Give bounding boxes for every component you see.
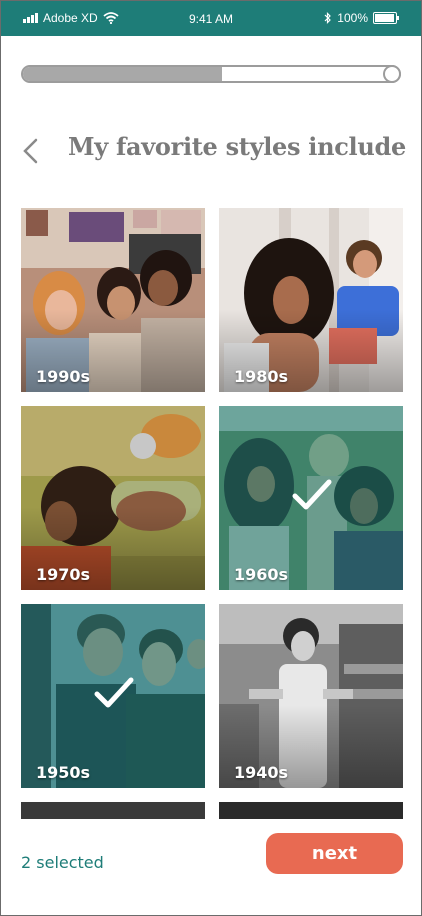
style-label: 1950s xyxy=(36,763,91,782)
checkmark-icon xyxy=(94,677,134,708)
style-label: 1970s xyxy=(36,565,91,584)
style-label: 1960s xyxy=(234,565,289,584)
chevron-left-icon xyxy=(23,138,38,164)
style-label: 1980s xyxy=(234,367,289,386)
battery-percent: 100% xyxy=(337,11,368,25)
progress-knob xyxy=(383,65,401,83)
style-label: 1990s xyxy=(36,367,91,386)
style-label: 1940s xyxy=(234,763,289,782)
style-tile-1950s[interactable]: 1950s xyxy=(21,604,205,788)
style-tile-1940s[interactable]: 1940s xyxy=(219,604,403,788)
back-button[interactable] xyxy=(17,135,47,167)
style-tile-1980s[interactable]: 1980s xyxy=(219,208,403,392)
bluetooth-icon xyxy=(324,12,332,24)
app-screen: Adobe XD 9:41 AM 100% My favorite styles… xyxy=(0,0,422,916)
progress-fill xyxy=(23,67,223,81)
next-button[interactable]: next xyxy=(266,833,403,874)
style-tile-1990s[interactable]: 1990s xyxy=(21,208,205,392)
selected-count: 2 selected xyxy=(21,853,104,872)
battery-icon xyxy=(373,12,399,24)
style-tile-1960s[interactable]: 1960s xyxy=(219,406,403,590)
progress-bar xyxy=(21,65,401,83)
status-bar: Adobe XD 9:41 AM 100% xyxy=(1,1,421,36)
page-title: My favorite styles include xyxy=(68,132,406,161)
footer-bar: 2 selected next xyxy=(1,819,421,915)
checkmark-icon xyxy=(292,479,332,510)
style-tile-1970s[interactable]: 1970s xyxy=(21,406,205,590)
